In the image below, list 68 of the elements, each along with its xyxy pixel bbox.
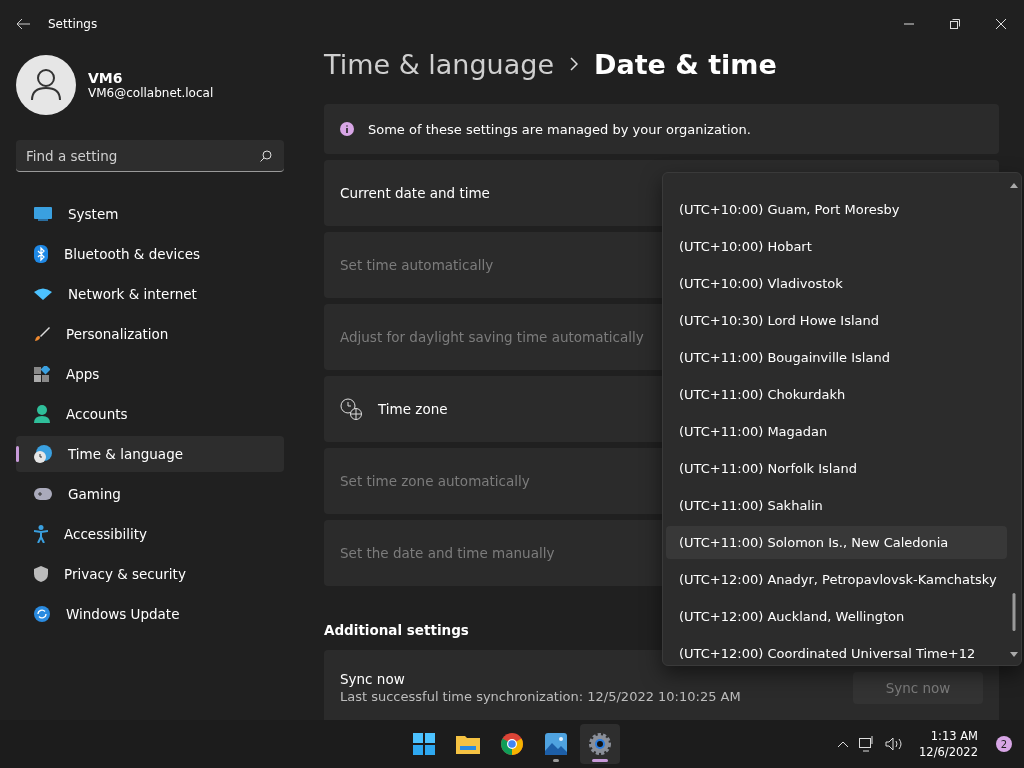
brush-icon: [34, 326, 50, 342]
apps-icon: [34, 366, 50, 382]
user-email: VM6@collabnet.local: [88, 86, 214, 100]
nav-item[interactable]: Personalization: [16, 316, 284, 352]
banner-text: Some of these settings are managed by your organization.: [368, 121, 751, 137]
volume-icon: [885, 737, 904, 751]
accessibility-icon: [34, 525, 48, 543]
setting-label: Adjust for daylight saving time automatically: [340, 329, 644, 345]
taskbar-app[interactable]: [580, 724, 620, 764]
dropdown-option[interactable]: (UTC+12:00) Coordinated Universal Time+12: [666, 637, 1007, 665]
nav-item[interactable]: Accounts: [16, 396, 284, 432]
gamepad-icon: [34, 488, 52, 500]
restore-icon: [950, 19, 960, 29]
dropdown-option[interactable]: (UTC+11:00) Bougainville Island: [666, 341, 1007, 374]
dropdown-option[interactable]: (UTC+10:30) Lord Howe Island: [666, 304, 1007, 337]
clock[interactable]: 1:13 AM 12/6/2022: [919, 728, 978, 760]
window-title: Settings: [48, 17, 98, 31]
setting-label: Time zone: [378, 401, 448, 417]
chevron-icon: [570, 57, 578, 71]
windows-logo-icon: [413, 733, 435, 755]
nav-item[interactable]: Bluetooth & devices: [16, 236, 284, 272]
sync-icon: [34, 606, 50, 622]
dropdown-option[interactable]: (UTC+10:00) Hobart: [666, 230, 1007, 263]
nav-item[interactable]: Apps: [16, 356, 284, 392]
bluetooth-icon: [34, 245, 48, 263]
chevron-up-icon: [837, 740, 850, 748]
monitor-icon: [34, 207, 52, 221]
sync-detail: Last successful time synchronization: 12/5/2022 10:10:25 AM: [340, 689, 741, 704]
nav-item[interactable]: Time & language: [16, 436, 284, 472]
sync-title: Sync now: [340, 671, 406, 687]
search-field[interactable]: Find a setting: [16, 140, 284, 172]
back-arrow-icon: [16, 18, 30, 30]
section-heading: Additional settings: [324, 622, 470, 638]
info-icon: [340, 122, 354, 136]
dropdown-option[interactable]: (UTC+12:00) Anadyr, Petropavlovsk-Kamchatsky: [666, 563, 1007, 596]
wifi-icon: [34, 288, 52, 300]
notification-badge[interactable]: 2: [996, 736, 1012, 752]
dropdown-option[interactable]: (UTC+10:00) Vladivostok: [666, 267, 1007, 300]
breadcrumb-link[interactable]: Time & language: [324, 48, 554, 80]
clock-globe-icon: [34, 445, 52, 463]
network-icon: [859, 736, 876, 752]
page-title: Date & time: [594, 48, 777, 80]
person-silhouette-icon: [31, 69, 61, 101]
setting-label: Set time automatically: [340, 257, 494, 273]
dropdown-option[interactable]: (UTC+11:00) Sakhalin: [666, 489, 1007, 522]
setting-label: Set time zone automatically: [340, 473, 530, 489]
dropdown-option[interactable]: (UTC+11:00) Norfolk Island: [666, 452, 1007, 485]
shield-icon: [34, 566, 48, 582]
close-icon: [996, 19, 1006, 29]
gear-icon: [588, 732, 612, 756]
photos-icon: [545, 733, 567, 755]
nav-item[interactable]: Gaming: [16, 476, 284, 512]
search-icon: [260, 150, 272, 162]
setting-label: Current date and time: [340, 185, 490, 201]
setting-label: Set the date and time manually: [340, 545, 555, 561]
dropdown-option[interactable]: (UTC+11:00) Solomon Is., New Caledonia: [666, 526, 1007, 559]
nav-item[interactable]: Windows Update: [16, 596, 284, 632]
folder-icon: [456, 734, 480, 754]
nav-item[interactable]: Network & internet: [16, 276, 284, 312]
browser-icon: [501, 733, 523, 755]
clock-globe-icon: [340, 398, 362, 420]
dropdown-option[interactable]: (UTC+12:00) Auckland, Wellington: [666, 600, 1007, 633]
nav-item[interactable]: System: [16, 196, 284, 232]
minimize-icon: [904, 23, 914, 25]
user-name: VM6: [88, 70, 124, 86]
person-icon: [34, 405, 50, 423]
nav-item[interactable]: Privacy & security: [16, 556, 284, 592]
nav-item[interactable]: Accessibility: [16, 516, 284, 552]
